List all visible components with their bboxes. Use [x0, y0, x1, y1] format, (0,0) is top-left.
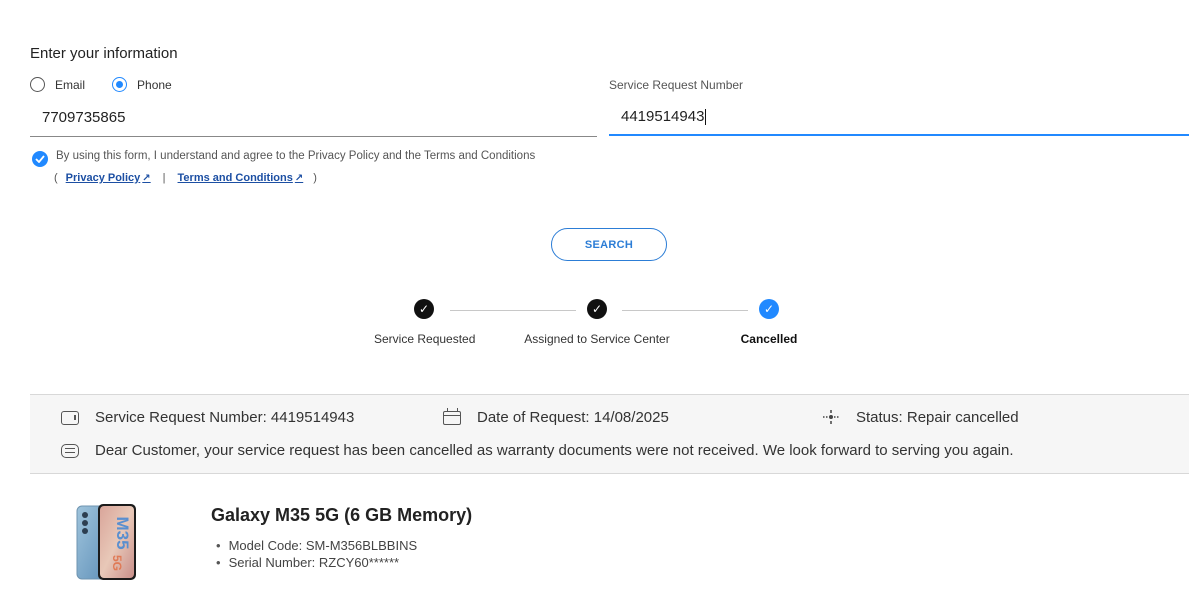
- agree-text: By using this form, I understand and agr…: [56, 150, 536, 162]
- section-title: Enter your information: [30, 45, 178, 62]
- product-image-text-small: 5G: [110, 555, 124, 571]
- step-2-label: Assigned to Service Center: [524, 332, 670, 346]
- external-link-icon: ↗: [294, 173, 304, 184]
- step-1-label: Service Requested: [374, 332, 476, 346]
- detail-status-text: Status: Repair cancelled: [856, 409, 1019, 426]
- detail-srn: Service Request Number: 4419514943: [61, 409, 354, 426]
- radio-phone-circle[interactable]: [112, 77, 128, 92]
- phone-illustration: M35 5G: [76, 504, 136, 580]
- privacy-policy-label: Privacy Policy: [65, 172, 141, 184]
- serial-number: Serial Number: RZCY60******: [216, 554, 417, 571]
- link-separator: |: [162, 172, 166, 184]
- radio-phone[interactable]: Phone: [112, 77, 172, 92]
- radio-email[interactable]: Email: [30, 77, 85, 92]
- product-image-text: M35: [113, 516, 132, 549]
- calendar-icon: [443, 407, 461, 425]
- radio-email-label: Email: [55, 77, 86, 92]
- model-code: Model Code: SM-M356BLBBINS: [216, 537, 418, 554]
- step-3-check-icon: ✓: [759, 299, 779, 319]
- agree-checkbox[interactable]: [32, 151, 48, 167]
- srn-input-value: 4419514943: [621, 108, 705, 125]
- external-link-icon: ↗: [142, 173, 151, 184]
- terms-link[interactable]: Terms and Conditions ↗: [178, 172, 304, 184]
- phone-input-value: 7709735865: [42, 109, 126, 126]
- step-1-check-icon: ✓: [414, 299, 434, 319]
- text-caret: [705, 109, 707, 126]
- product-name: Galaxy M35 5G (6 GB Memory): [211, 505, 473, 525]
- request-details-panel: Service Request Number: 4419514943 Date …: [30, 394, 1189, 474]
- paren-open: (: [54, 172, 58, 184]
- detail-date-text: Date of Request: 14/08/2025: [477, 409, 669, 426]
- terms-label: Terms and Conditions: [177, 172, 293, 184]
- agreement-links: ( Privacy Policy ↗ | Terms and Conditions…: [54, 172, 317, 184]
- phone-input[interactable]: 7709735865: [30, 109, 597, 137]
- detail-message-text: Dear Customer, your service request has …: [95, 442, 1014, 459]
- radio-email-circle[interactable]: [30, 77, 45, 92]
- privacy-policy-link[interactable]: Privacy Policy ↗: [66, 172, 151, 184]
- step-connector-1: [450, 310, 576, 311]
- detail-srn-text: Service Request Number: 4419514943: [95, 409, 355, 426]
- step-3-label: Cancelled: [740, 332, 798, 346]
- device-icon: [61, 410, 79, 425]
- detail-date: Date of Request: 14/08/2025: [443, 407, 669, 426]
- check-icon: [35, 155, 45, 163]
- step-2-check-icon: ✓: [587, 299, 607, 319]
- srn-label: Service Request Number: [609, 78, 744, 92]
- detail-status: Status: Repair cancelled: [822, 409, 1019, 426]
- message-icon: [61, 443, 79, 458]
- step-connector-2: [622, 310, 748, 311]
- status-icon: [822, 409, 840, 426]
- radio-phone-label: Phone: [137, 77, 172, 92]
- detail-message: Dear Customer, your service request has …: [61, 442, 1014, 459]
- status-glyph: [823, 409, 839, 424]
- product-image: M35 5G: [76, 503, 138, 581]
- product-specs: Model Code: SM-M356BLBBINS Serial Number…: [216, 537, 418, 571]
- agreement: By using this form, I understand and agr…: [32, 150, 535, 167]
- paren-close: ): [313, 172, 317, 184]
- search-button[interactable]: SEARCH: [551, 228, 667, 261]
- srn-input[interactable]: 4419514943: [609, 108, 1189, 136]
- contact-method-group: Email Phone: [30, 77, 199, 92]
